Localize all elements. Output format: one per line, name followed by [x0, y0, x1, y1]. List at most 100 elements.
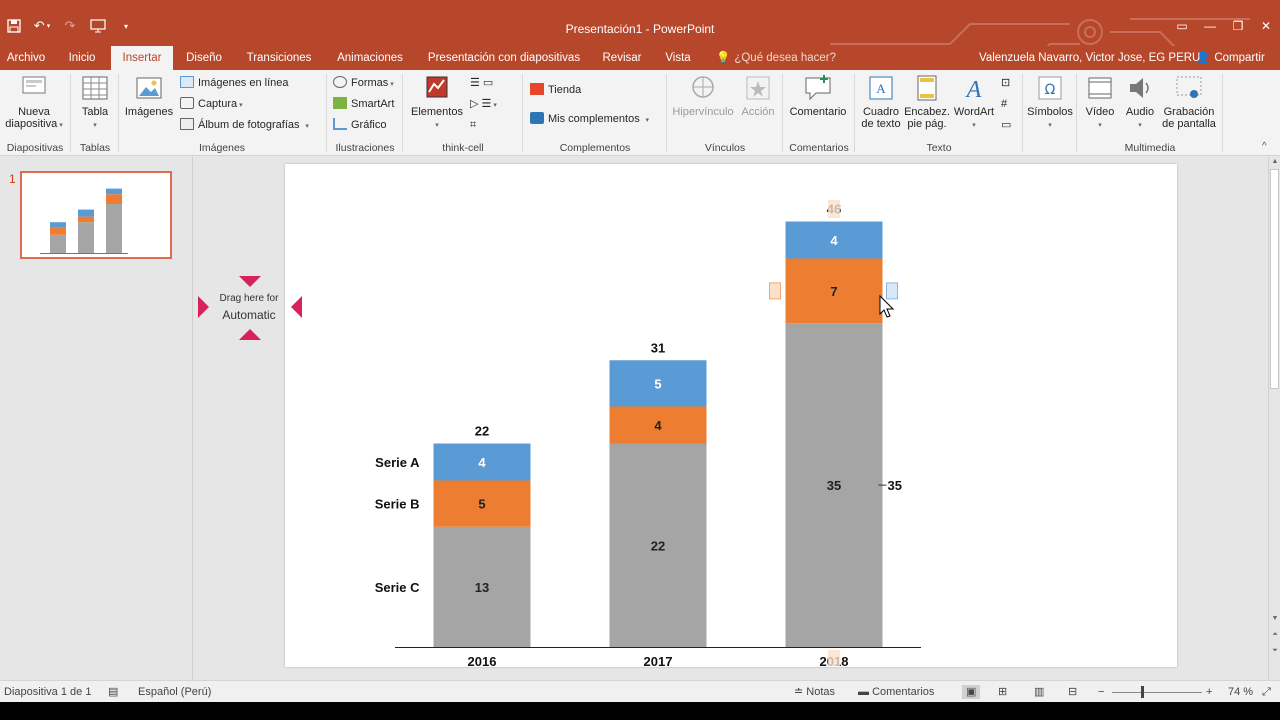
audio-button[interactable]: Audio ▾	[1120, 74, 1160, 130]
tell-me-text: ¿Qué desea hacer?	[734, 52, 836, 64]
thumbnail-bar-segment	[78, 222, 94, 253]
previous-slide-icon[interactable]: ⏶	[1270, 631, 1280, 639]
tab-vista[interactable]: Vista	[654, 46, 702, 70]
minimize-icon[interactable]: —	[1196, 14, 1224, 38]
group-label-tablas: Tablas	[79, 142, 111, 154]
chart-button[interactable]: Gráfico	[333, 116, 386, 134]
vertical-scrollbar[interactable]: ▲ ▼ ⏶ ⏷	[1268, 157, 1280, 680]
new-slide-button[interactable]: Nueva diapositiva ▾	[4, 74, 64, 130]
video-button[interactable]: Vídeo ▾	[1080, 74, 1120, 130]
spellcheck-icon[interactable]: ▤	[108, 685, 118, 699]
save-icon[interactable]	[0, 14, 28, 38]
zoom-track	[1112, 692, 1202, 693]
tab-transiciones[interactable]: Transiciones	[236, 46, 322, 70]
slide-canvas[interactable]	[285, 164, 1177, 667]
images-button[interactable]: Imágenes	[122, 74, 176, 118]
zoom-out-icon[interactable]: −	[1098, 685, 1104, 699]
user-name[interactable]: Valenzuela Navarro, Victor Jose, EG PERU	[979, 46, 1200, 70]
redo-icon[interactable]: ↷	[56, 14, 84, 38]
slide-sorter-icon[interactable]: ⊞	[998, 685, 1007, 699]
drag-arrows-icon	[198, 276, 302, 340]
window-controls: ▭ — ❐ ✕	[1168, 14, 1280, 38]
next-slide-icon[interactable]: ⏷	[1270, 647, 1280, 655]
scroll-up-icon[interactable]: ▲	[1270, 158, 1280, 165]
notes-button[interactable]: ≐ Notas	[794, 685, 835, 699]
group-label-complementos: Complementos	[559, 142, 631, 154]
zoom-level[interactable]: 74 %	[1228, 685, 1253, 699]
powerpoint-window: ↶ ▾ ↷ ▾ Presentación1 - PowerPoint ▭ — ❐ …	[0, 0, 1280, 720]
my-addins-button[interactable]: Mis complementos ▾	[530, 110, 649, 128]
photo-album-button[interactable]: Álbum de fotografías ▾	[180, 116, 309, 134]
slide-thumbnail[interactable]	[20, 171, 172, 259]
tab-diseno[interactable]: Diseño	[180, 46, 228, 70]
screen-recording-button[interactable]: Grabación de pantalla	[1160, 74, 1218, 130]
customize-toolbar-icon[interactable]: ▾	[112, 14, 140, 38]
wordart-button[interactable]: A WordArt ▾	[950, 74, 998, 130]
reading-view-icon[interactable]: ▥	[1034, 685, 1044, 699]
close-icon[interactable]: ✕	[1252, 14, 1280, 38]
undo-icon[interactable]: ↶ ▾	[28, 14, 56, 38]
thinkcell-elements-button[interactable]: Elementos ▾	[406, 74, 468, 130]
normal-view-icon[interactable]: ▣	[962, 685, 981, 699]
restore-icon[interactable]: ❐	[1224, 14, 1252, 38]
smartart-button[interactable]: SmartArt	[333, 95, 394, 113]
screenshot-button[interactable]: Captura ▾	[180, 95, 243, 113]
thinkcell-shape-icon[interactable]: ▷ ☰ ▾	[470, 95, 497, 113]
chart-icon	[333, 118, 347, 130]
tab-inicio[interactable]: Inicio	[60, 46, 104, 70]
scroll-down-icon[interactable]: ▼	[1270, 615, 1280, 622]
tab-presentacion[interactable]: Presentación con diapositivas	[418, 46, 590, 70]
start-presentation-icon[interactable]	[84, 14, 112, 38]
language-status[interactable]: Español (Perú)	[138, 685, 211, 699]
shapes-button[interactable]: Formas ▾	[333, 74, 394, 92]
tab-insertar[interactable]: Insertar	[111, 46, 173, 70]
action-label: Acción	[741, 106, 775, 118]
collapse-ribbon-icon[interactable]: ^	[1262, 138, 1267, 156]
online-pictures-button[interactable]: Imágenes en línea	[180, 74, 289, 92]
thumbnail-bar-segment	[106, 188, 122, 195]
photo-album-label: Álbum de fotografías	[198, 119, 300, 131]
zoom-thumb[interactable]	[1141, 686, 1144, 698]
symbols-button[interactable]: Ω Símbolos ▾	[1026, 74, 1074, 130]
store-button[interactable]: Tienda	[530, 81, 581, 99]
svg-text:Ω: Ω	[1045, 82, 1056, 98]
chevron-down-icon: ▾	[1138, 122, 1142, 129]
header-footer-button[interactable]: Encabez. pie pág.	[904, 74, 950, 130]
screen-recording-label-1: Grabación	[1163, 106, 1215, 118]
zoom-in-icon[interactable]: +	[1206, 685, 1212, 699]
group-divider	[70, 74, 71, 152]
date-time-icon[interactable]: ⊡	[1001, 74, 1010, 92]
svg-text:A: A	[876, 81, 886, 96]
text-box-label-2: de texto	[861, 118, 901, 130]
object-icon[interactable]: ▭	[1001, 116, 1011, 134]
share-button[interactable]: 👤 Compartir	[1196, 46, 1265, 70]
comments-button[interactable]: ▬ Comentarios	[858, 685, 934, 699]
hyperlink-button[interactable]: Hipervínculo	[670, 74, 736, 118]
tell-me-box[interactable]: 💡 ¿Qué desea hacer?	[716, 46, 836, 70]
tab-archivo[interactable]: Archivo	[0, 46, 52, 70]
table-button[interactable]: Tabla ▾	[74, 74, 116, 130]
group-divider	[522, 74, 523, 152]
tab-animaciones[interactable]: Animaciones	[330, 46, 410, 70]
fit-slide-icon[interactable]: ⤢	[1262, 685, 1271, 699]
chevron-down-icon: ▾	[639, 117, 650, 124]
comments-icon: ▬	[858, 686, 873, 698]
thinkcell-text-icon[interactable]: ☰ ▭	[470, 74, 493, 92]
drag-automatic-target[interactable]: Drag here for Automatic	[196, 270, 304, 342]
zoom-slider[interactable]	[1112, 685, 1202, 699]
group-divider	[782, 74, 783, 152]
comment-button[interactable]: Comentario	[786, 74, 850, 118]
text-box-button[interactable]: A Cuadro de texto	[858, 74, 904, 130]
store-icon	[530, 83, 544, 95]
addins-icon	[530, 112, 544, 124]
thinkcell-tool-icon[interactable]: ⌗	[470, 116, 476, 134]
action-button[interactable]: Acción	[738, 74, 778, 118]
tab-revisar[interactable]: Revisar	[598, 46, 646, 70]
chevron-down-icon: ▾	[1048, 122, 1052, 129]
scrollbar-thumb[interactable]	[1270, 169, 1279, 389]
screen-recording-icon	[1176, 76, 1202, 98]
slide-number-icon[interactable]: #	[1001, 95, 1007, 113]
shapes-label: Formas	[351, 77, 389, 89]
slideshow-view-icon[interactable]: ⊟	[1068, 685, 1077, 699]
ribbon-display-options-icon[interactable]: ▭	[1168, 14, 1196, 38]
